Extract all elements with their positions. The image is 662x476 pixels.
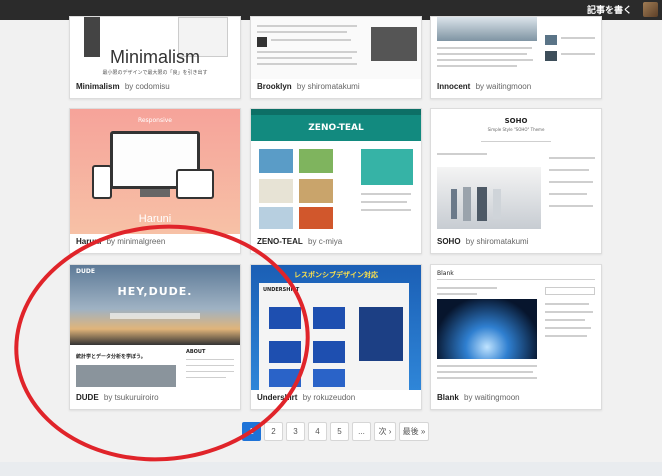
theme-author: by shiromatakumi xyxy=(296,82,360,91)
theme-thumbnail[interactable]: SOHO Simple Style "SOHO" Theme xyxy=(431,109,601,234)
thumbnail-title: Haruni xyxy=(138,213,172,225)
theme-author: by codomisu xyxy=(124,82,170,91)
theme-thumbnail[interactable] xyxy=(251,17,421,79)
theme-name[interactable]: Innocent xyxy=(437,82,470,91)
theme-name[interactable]: ZENO-TEAL xyxy=(257,237,303,246)
theme-caption: Blank by waitingmoon xyxy=(431,388,601,409)
theme-caption: Brooklyn by shiromatakumi xyxy=(251,77,421,98)
write-article-link[interactable]: 記事を書く xyxy=(587,3,632,16)
theme-name[interactable]: Blank xyxy=(437,393,459,402)
theme-thumbnail[interactable]: レスポンシブデザイン対応 UNDERSHIRT xyxy=(251,265,421,390)
theme-name[interactable]: DUDE xyxy=(76,393,99,402)
theme-thumbnail[interactable]: DUDE HEY,DUDE. 統計学とデータ分析を学ぼう。 ABOUT xyxy=(70,265,240,390)
theme-author: by minimalgreen xyxy=(106,237,166,246)
theme-author: by waitingmoon xyxy=(475,82,532,91)
next-page-button[interactable]: 次 › xyxy=(374,422,396,441)
theme-caption: DUDE by tsukuruiroiro xyxy=(70,388,240,409)
page-1-button[interactable]: 1 xyxy=(242,422,261,441)
theme-card-haruni[interactable]: Responsive Haruni Haruni by minimalgreen xyxy=(69,108,241,254)
theme-thumbnail[interactable]: Minimalism 最小限のデザインで最大限の「良」を引き出す xyxy=(70,17,240,79)
footer-band xyxy=(0,462,662,476)
theme-card-brooklyn[interactable]: Brooklyn by shiromatakumi xyxy=(250,16,422,99)
theme-caption: SOHO by shiromatakumi xyxy=(431,232,601,253)
theme-author: by c-miya xyxy=(308,237,343,246)
thumbnail-sidebar: ABOUT xyxy=(186,349,206,355)
theme-thumbnail[interactable]: ZENO-TEAL xyxy=(251,109,421,234)
thumbnail-subtitle: UNDERSHIRT xyxy=(263,287,300,293)
theme-card-undershirt[interactable]: レスポンシブデザイン対応 UNDERSHIRT Undershirt by ro… xyxy=(250,264,422,410)
theme-name[interactable]: Brooklyn xyxy=(257,82,292,91)
avatar[interactable] xyxy=(643,2,658,17)
thumbnail-tagline: 最小限のデザインで最大限の「良」を引き出す xyxy=(102,70,208,76)
thumbnail-title: レスポンシブデザイン対応 xyxy=(294,271,378,279)
pagination: 1 2 3 4 5 ... 次 › 最後 » xyxy=(242,422,432,441)
page-5-button[interactable]: 5 xyxy=(330,422,349,441)
theme-caption: ZENO-TEAL by c-miya xyxy=(251,232,421,253)
theme-card-blank[interactable]: Blank Blank by waitingmoon xyxy=(430,264,602,410)
thumbnail-title: ZENO-TEAL xyxy=(251,115,421,141)
theme-caption: Minimalism by codomisu xyxy=(70,77,240,98)
theme-name[interactable]: Undershirt xyxy=(257,393,297,402)
theme-author: by rokuzeudon xyxy=(302,393,356,402)
theme-author: by waitingmoon xyxy=(464,393,520,402)
theme-card-zeno-teal[interactable]: ZENO-TEAL ZENO-TEAL by c-miya xyxy=(250,108,422,254)
theme-author: by shiromatakumi xyxy=(465,237,529,246)
page-4-button[interactable]: 4 xyxy=(308,422,327,441)
theme-caption: Haruni by minimalgreen xyxy=(70,232,240,253)
theme-caption: Undershirt by rokuzeudon xyxy=(251,388,421,409)
theme-author: by tsukuruiroiro xyxy=(103,393,159,402)
thumbnail-logo: DUDE xyxy=(76,268,95,275)
page-ellipsis: ... xyxy=(352,422,371,441)
theme-name[interactable]: Haruni xyxy=(76,237,101,246)
theme-name[interactable]: SOHO xyxy=(437,237,461,246)
thumbnail-title: SOHO xyxy=(504,117,528,125)
thumbnail-post-title: 統計学とデータ分析を学ぼう。 xyxy=(76,354,146,360)
page-2-button[interactable]: 2 xyxy=(264,422,283,441)
thumbnail-title: Blank xyxy=(437,270,454,277)
theme-name[interactable]: Minimalism xyxy=(76,82,120,91)
theme-card-minimalism[interactable]: Minimalism 最小限のデザインで最大限の「良」を引き出す Minimal… xyxy=(69,16,241,99)
theme-thumbnail[interactable]: Blank xyxy=(431,265,601,390)
theme-thumbnail[interactable]: Responsive Haruni xyxy=(70,109,240,234)
page-3-button[interactable]: 3 xyxy=(286,422,305,441)
theme-thumbnail[interactable] xyxy=(431,17,601,79)
thumbnail-title: HEY,DUDE. xyxy=(117,285,193,298)
last-page-button[interactable]: 最後 » xyxy=(399,422,429,441)
thumbnail-title: Minimalism xyxy=(110,47,200,67)
thumbnail-subtitle: Simple Style "SOHO" Theme xyxy=(487,127,545,132)
theme-card-soho[interactable]: SOHO Simple Style "SOHO" Theme SOHO by s… xyxy=(430,108,602,254)
theme-card-dude[interactable]: DUDE HEY,DUDE. 統計学とデータ分析を学ぼう。 ABOUT DUDE… xyxy=(69,264,241,410)
theme-caption: Innocent by waitingmoon xyxy=(431,77,601,98)
thumbnail-tag: Responsive xyxy=(137,117,173,124)
theme-card-innocent[interactable]: Innocent by waitingmoon xyxy=(430,16,602,99)
